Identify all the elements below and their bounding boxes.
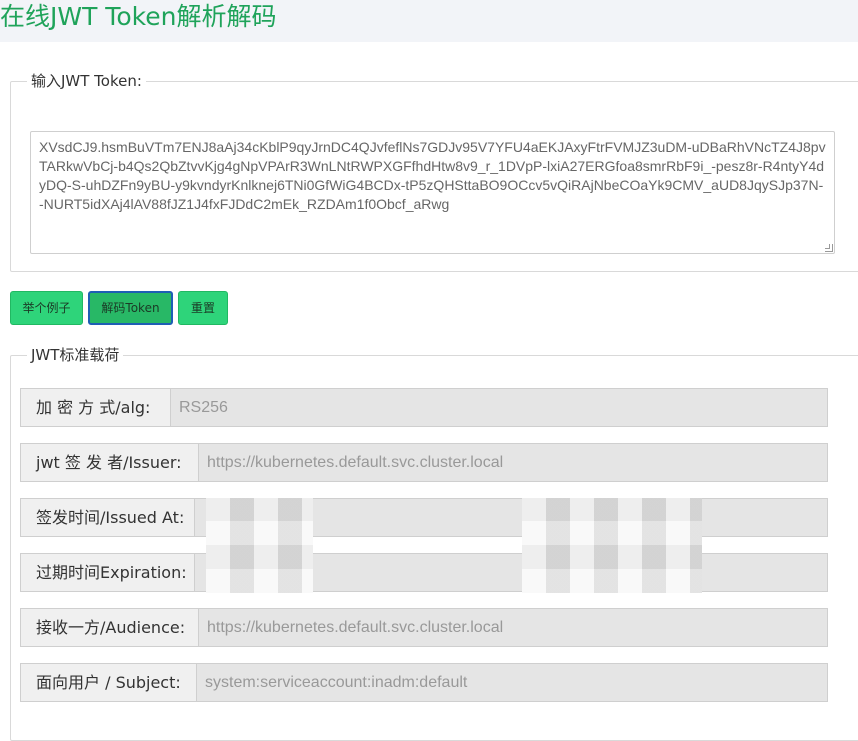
reset-button[interactable]: 重置 (178, 291, 228, 325)
token-input-section: 输入JWT Token: XVsdCJ9.hsmBuVTm7ENJ8aAj34c… (10, 72, 858, 272)
row-expiration-label: 过期时间Expiration: (21, 554, 195, 591)
page-title: 在线JWT Token解析解码 (0, 2, 277, 31)
top-bar: 在线JWT Token解析解码 (0, 0, 858, 42)
row-audience-label: 接收一方/Audience: (21, 609, 199, 646)
token-textarea[interactable]: XVsdCJ9.hsmBuVTm7ENJ8aAj34cKblP9qyJrnDC4… (30, 131, 835, 254)
subject-field[interactable]: system:serviceaccount:inadm:default (197, 664, 827, 701)
alg-field[interactable]: RS256 (171, 389, 827, 426)
audience-field[interactable]: https://kubernetes.default.svc.cluster.l… (199, 609, 827, 646)
row-issued-at: 签发时间/Issued At: (20, 498, 828, 537)
decode-token-button[interactable]: 解码Token (88, 291, 173, 325)
row-issuer-label: jwt 签 发 者/Issuer: (21, 444, 199, 481)
row-subject-label: 面向用户 / Subject: (21, 664, 197, 701)
issuer-field[interactable]: https://kubernetes.default.svc.cluster.l… (199, 444, 827, 481)
redacted-expiration-block (522, 498, 702, 593)
row-issued-at-label: 签发时间/Issued At: (21, 499, 195, 536)
row-expiration: 过期时间Expiration: (20, 553, 828, 592)
row-subject: 面向用户 / Subject: system:serviceaccount:in… (20, 663, 828, 702)
row-alg: 加 密 方 式/alg: RS256 (20, 388, 828, 427)
row-alg-label: 加 密 方 式/alg: (21, 389, 171, 426)
token-section-legend: 输入JWT Token: (31, 72, 142, 90)
redacted-issued-at-block (206, 498, 313, 593)
row-audience: 接收一方/Audience: https://kubernetes.defaul… (20, 608, 828, 647)
payload-section-legend: JWT标准载荷 (31, 346, 120, 364)
row-issuer: jwt 签 发 者/Issuer: https://kubernetes.def… (20, 443, 828, 482)
resize-handle-icon[interactable] (825, 244, 833, 252)
example-button[interactable]: 举个例子 (10, 291, 83, 325)
